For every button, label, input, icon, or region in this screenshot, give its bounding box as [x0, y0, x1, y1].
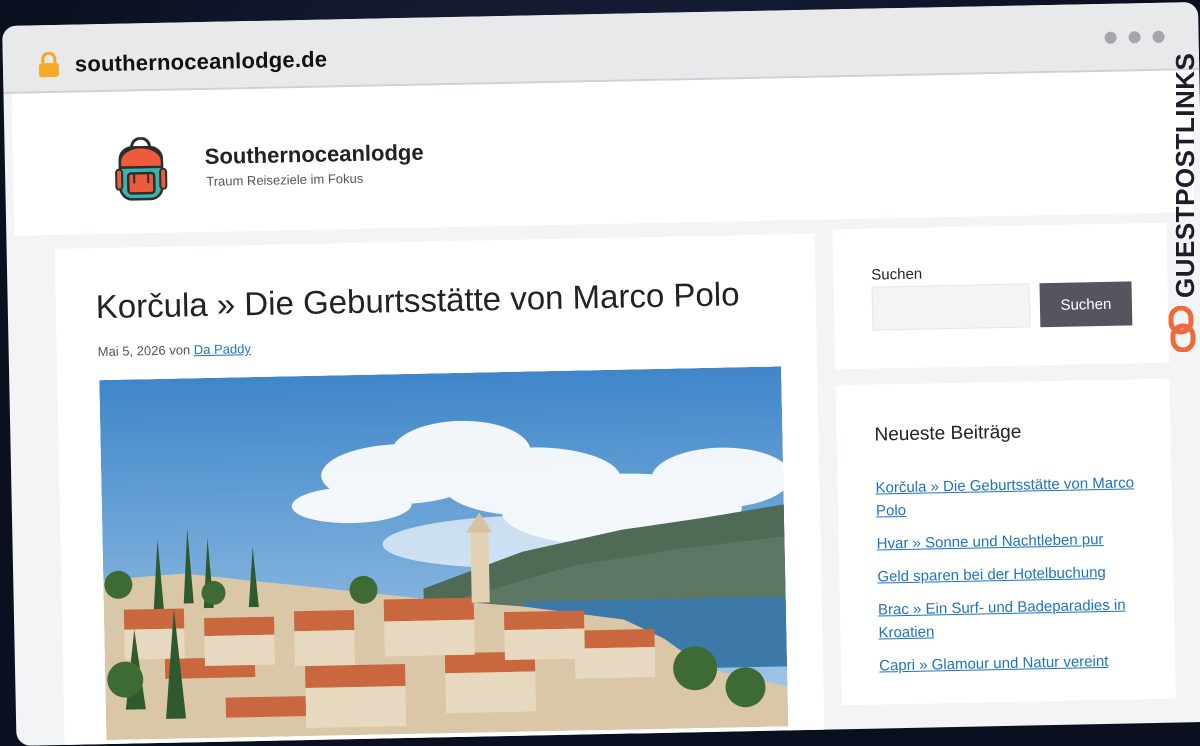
post-meta: Mai 5, 2026 von Da Paddy [98, 341, 252, 359]
list-item: Hvar » Sonne und Nachtleben pur [876, 527, 1136, 555]
site-header: Southernoceanlodge Traum Reiseziele im F… [11, 70, 1194, 236]
backpack-logo-icon[interactable] [112, 137, 169, 204]
post-by: von [169, 342, 190, 357]
recent-posts-list: Korčula » Die Geburtsstätte von Marco Po… [875, 471, 1139, 687]
search-button[interactable]: Suchen [1039, 281, 1132, 327]
window-controls [1104, 31, 1164, 44]
link-chain-icon [1168, 306, 1196, 352]
guestpostlinks-watermark: GUESTPOSTLINKS [1170, 53, 1200, 298]
list-item: Korčula » Die Geburtsstätte von Marco Po… [875, 471, 1136, 522]
browser-window: southernoceanlodge.de Southernoceanlodge… [2, 2, 1200, 746]
url-text[interactable]: southernoceanlodge.de [75, 46, 328, 77]
recent-posts-title: Neueste Beiträge [874, 422, 1021, 447]
recent-post-link[interactable]: Korčula » Die Geburtsstätte von Marco Po… [875, 474, 1134, 519]
post-author-link[interactable]: Da Paddy [194, 341, 251, 357]
recent-post-link[interactable]: Brac » Ein Surf- und Badeparadies in Kro… [878, 597, 1126, 642]
recent-post-link[interactable]: Hvar » Sonne und Nachtleben pur [877, 531, 1104, 553]
search-widget: Suchen Suchen [832, 223, 1169, 370]
korcula-town-image [99, 366, 788, 740]
window-dot[interactable] [1104, 32, 1116, 44]
list-item: Brac » Ein Surf- und Badeparadies in Kro… [878, 593, 1139, 644]
list-item: Capri » Glamour und Natur vereint [879, 649, 1139, 677]
recent-post-link[interactable]: Geld sparen bei der Hotelbuchung [877, 564, 1106, 586]
site-title[interactable]: Southernoceanlodge [205, 140, 424, 170]
lock-icon [37, 52, 62, 78]
post-title: Korčula » Die Geburtsstätte von Marco Po… [95, 275, 739, 326]
search-input[interactable] [872, 283, 1031, 330]
main-article: Korčula » Die Geburtsstätte von Marco Po… [55, 234, 825, 746]
featured-image[interactable] [99, 366, 788, 740]
search-label: Suchen [871, 266, 922, 284]
post-date: Mai 5, 2026 [98, 343, 166, 359]
recent-posts-widget: Neueste Beiträge Korčula » Die Geburtsst… [836, 379, 1176, 706]
recent-post-link[interactable]: Capri » Glamour und Natur vereint [879, 653, 1109, 675]
window-dot[interactable] [1152, 31, 1164, 43]
site-tagline: Traum Reiseziele im Fokus [206, 171, 363, 189]
window-dot[interactable] [1128, 31, 1140, 43]
list-item: Geld sparen bei der Hotelbuchung [877, 560, 1137, 588]
